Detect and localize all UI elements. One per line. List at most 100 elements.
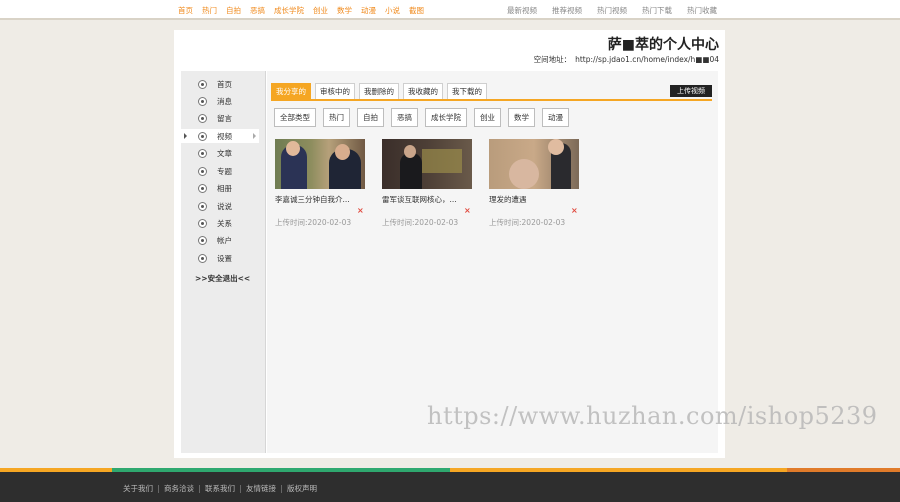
nav-link-funny[interactable]: 恶搞 [250,5,265,16]
sidebar-item-label: 专题 [217,166,232,176]
video-title[interactable]: 理发的遭遇 [489,194,579,205]
video-upload-date: 上传时间:2020-02-03 [382,218,459,227]
category-nav: 首页 热门 自拍 恶搞 成长学院 创业 数学 动漫 小说 截图 [178,5,424,16]
tab-my-favorites[interactable]: 我收藏的 [403,83,443,99]
video-title[interactable]: 雷军谈互联网核心，... [382,194,472,205]
filter-funny[interactable]: 恶搞 [391,108,418,127]
sidebar-item-videos[interactable]: 视频 [181,129,259,143]
sidebar-item-comments[interactable]: 留言 [181,111,266,125]
category-filters: 全部类型 热门 自拍 恶搞 成长学院 创业 数学 动漫 [274,108,569,127]
footer-link-copyright[interactable]: 版权声明 [287,483,317,494]
sidebar-item-settings[interactable]: 设置 [181,251,266,265]
video-upload-date: 上传时间:2020-02-03 [275,218,352,227]
space-address: 空间地址： http://sp.jdao1.cn/home/index/h■■04 [534,54,719,65]
filter-math[interactable]: 数学 [508,108,535,127]
relation-icon [198,218,207,228]
nav-link-growth-academy[interactable]: 成长学院 [274,5,304,16]
sidebar-item-label: 说说 [217,201,232,211]
chat-icon [198,201,207,211]
footer-links: 关于我们 商务洽谈 联系我们 友情链接 版权声明 [123,483,317,494]
delete-icon[interactable]: × [357,206,364,215]
upload-video-button[interactable]: 上传视频 [670,85,712,97]
settings-icon [198,253,207,263]
filter-growth-academy[interactable]: 成长学院 [425,108,467,127]
nav-link-math[interactable]: 数学 [337,5,352,16]
footer-link-friend-links[interactable]: 友情链接 [246,483,276,494]
nav-link-startup[interactable]: 创业 [313,5,328,16]
filter-anime[interactable]: 动漫 [542,108,569,127]
nav-link-hot-favorites[interactable]: 热门收藏 [687,5,717,16]
video-content-panel: 我分享的 审核中的 我删除的 我收藏的 我下载的 上传视频 全部类型 热门 自拍… [267,71,718,453]
nav-link-home[interactable]: 首页 [178,5,193,16]
sidebar-item-topics[interactable]: 专题 [181,164,266,178]
filter-selfie[interactable]: 自拍 [357,108,384,127]
video-title[interactable]: 李嘉诚三分钟自我介... [275,194,365,205]
tab-under-review[interactable]: 审核中的 [315,83,355,99]
space-address-label: 空间地址： [533,55,572,64]
footer-link-business[interactable]: 商务洽谈 [164,483,194,494]
top-navigation-bar: 首页 热门 自拍 恶搞 成长学院 创业 数学 动漫 小说 截图 最新视频 推荐视… [0,0,900,20]
nav-link-recommended-videos[interactable]: 推荐视频 [552,5,582,16]
filter-hot[interactable]: 热门 [323,108,350,127]
delete-icon[interactable]: × [571,206,578,215]
article-icon [198,148,207,158]
delete-icon[interactable]: × [464,206,471,215]
video-thumbnail[interactable] [275,139,365,189]
video-tabs: 我分享的 审核中的 我删除的 我收藏的 我下载的 [271,83,487,99]
footer-link-contact[interactable]: 联系我们 [205,483,235,494]
filter-startup[interactable]: 创业 [474,108,501,127]
filter-all-types[interactable]: 全部类型 [274,108,316,127]
nav-link-hot[interactable]: 热门 [202,5,217,16]
album-icon [198,183,207,193]
sidebar-item-label: 留言 [217,113,232,123]
video-nav: 最新视频 推荐视频 热门视频 热门下载 热门收藏 [507,5,717,16]
nav-link-hot-videos[interactable]: 热门视频 [597,5,627,16]
video-thumbnail[interactable] [382,139,472,189]
sidebar-item-label: 消息 [217,96,232,106]
page-title: 萨■萃的个人中心 [607,37,719,53]
tab-my-deleted[interactable]: 我删除的 [359,83,399,99]
sidebar: 首页 消息 留言 视频 文章 专题 相册 说说 关系 帐户 设置 >>安全退出<… [181,71,266,453]
video-list: 李嘉诚三分钟自我介... × 上传时间:2020-02-03 雷军谈互联网核心，… [275,139,595,231]
video-card: 理发的遭遇 × 上传时间:2020-02-03 [489,139,589,228]
footer: 关于我们 商务洽谈 联系我们 友情链接 版权声明 [0,472,900,502]
watermark: https://www.huzhan.com/ishop5239 [427,402,878,430]
sidebar-item-home[interactable]: 首页 [181,77,266,91]
nav-link-latest-videos[interactable]: 最新视频 [507,5,537,16]
sidebar-item-label: 文章 [217,148,232,158]
sidebar-item-album[interactable]: 相册 [181,181,266,195]
sidebar-item-articles[interactable]: 文章 [181,146,266,160]
video-icon [198,131,207,141]
sidebar-item-messages[interactable]: 消息 [181,94,266,108]
sidebar-item-label: 相册 [217,183,232,193]
user-center-card: 萨■萃的个人中心 空间地址： http://sp.jdao1.cn/home/in… [174,30,725,458]
sidebar-item-label: 帐户 [217,235,232,245]
account-icon [198,235,207,245]
sidebar-item-account[interactable]: 帐户 [181,233,266,247]
nav-link-hot-downloads[interactable]: 热门下载 [642,5,672,16]
sidebar-item-posts[interactable]: 说说 [181,199,266,213]
sidebar-item-label: 视频 [217,131,232,141]
topic-icon [198,166,207,176]
nav-link-anime[interactable]: 动漫 [361,5,376,16]
video-card: 李嘉诚三分钟自我介... × 上传时间:2020-02-03 [275,139,375,228]
tab-my-shared[interactable]: 我分享的 [271,83,311,99]
video-card: 雷军谈互联网核心，... × 上传时间:2020-02-03 [382,139,482,228]
sidebar-item-label: 设置 [217,253,232,263]
comment-icon [198,113,207,123]
logout-link[interactable]: >>安全退出<< [195,273,250,284]
nav-link-novel[interactable]: 小说 [385,5,400,16]
nav-link-selfie[interactable]: 自拍 [226,5,241,16]
nav-link-screenshot[interactable]: 截图 [409,5,424,16]
space-address-link[interactable]: http://sp.jdao1.cn/home/index/h■■04 [575,55,719,64]
sidebar-item-label: 关系 [217,218,232,228]
video-upload-date: 上传时间:2020-02-03 [489,218,566,227]
tab-underline [271,99,712,101]
message-icon [198,96,207,106]
home-icon [198,79,207,89]
tab-my-downloads[interactable]: 我下载的 [447,83,487,99]
footer-link-about[interactable]: 关于我们 [123,483,153,494]
sidebar-item-relations[interactable]: 关系 [181,216,266,230]
sidebar-item-label: 首页 [217,79,232,89]
video-thumbnail[interactable] [489,139,579,189]
